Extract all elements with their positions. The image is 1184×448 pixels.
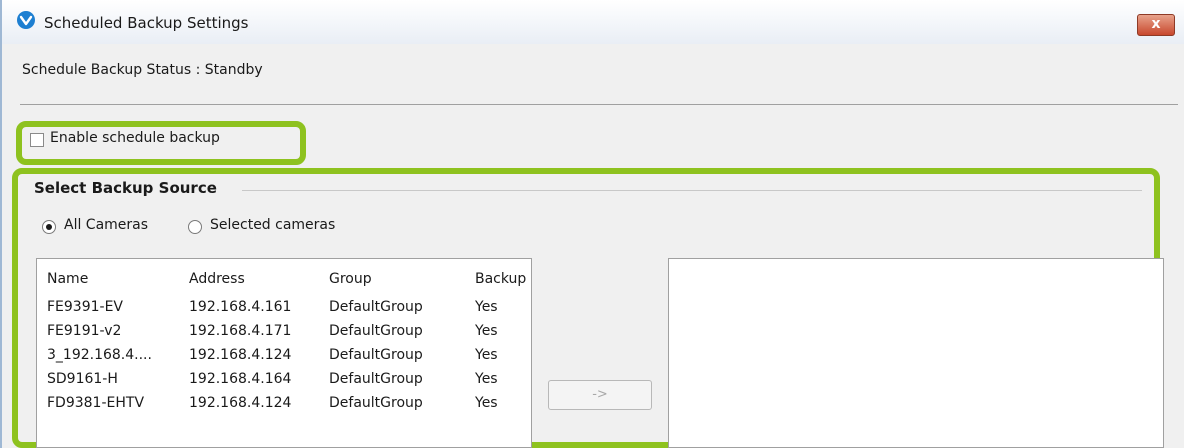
column-header-address[interactable]: Address: [189, 271, 245, 287]
camera-row[interactable]: SD9161-H 192.168.4.164 DefaultGroup Yes: [37, 371, 531, 395]
camera-group: DefaultGroup: [329, 299, 423, 315]
camera-group: DefaultGroup: [329, 395, 423, 411]
camera-row[interactable]: FE9191-v2 192.168.4.171 DefaultGroup Yes: [37, 323, 531, 347]
enable-schedule-checkbox[interactable]: [30, 133, 44, 147]
camera-backup: Yes: [475, 371, 498, 387]
camera-name: 3_192.168.4....: [47, 347, 152, 363]
radio-selected-dot: [46, 224, 52, 230]
all-cameras-label[interactable]: All Cameras: [64, 217, 148, 233]
enable-schedule-label[interactable]: Enable schedule backup: [50, 130, 220, 146]
camera-group: DefaultGroup: [329, 371, 423, 387]
camera-address: 192.168.4.171: [189, 323, 292, 339]
camera-row[interactable]: FD9381-EHTV 192.168.4.124 DefaultGroup Y…: [37, 395, 531, 419]
camera-list[interactable]: Name Address Group Backup FE9391-EV 192.…: [36, 258, 532, 448]
backup-source-title: Select Backup Source: [34, 179, 217, 197]
app-logo-icon: [17, 11, 35, 29]
camera-row[interactable]: FE9391-EV 192.168.4.161 DefaultGroup Yes: [37, 299, 531, 323]
camera-backup: Yes: [475, 299, 498, 315]
camera-group: DefaultGroup: [329, 347, 423, 363]
camera-address: 192.168.4.124: [189, 395, 292, 411]
camera-row[interactable]: 3_192.168.4.... 192.168.4.124 DefaultGro…: [37, 347, 531, 371]
camera-name: FE9391-EV: [47, 299, 124, 315]
camera-address: 192.168.4.124: [189, 347, 292, 363]
backup-status-text: Schedule Backup Status : Standby: [22, 62, 263, 78]
camera-address: 192.168.4.164: [189, 371, 292, 387]
scheduled-backup-window: Scheduled Backup Settings x Schedule Bac…: [0, 0, 1184, 448]
column-header-group[interactable]: Group: [329, 271, 372, 287]
camera-backup: Yes: [475, 395, 498, 411]
camera-name: FD9381-EHTV: [47, 395, 145, 411]
selected-cameras-radio[interactable]: [188, 220, 202, 234]
selected-cameras-label[interactable]: Selected cameras: [210, 217, 335, 233]
window-title: Scheduled Backup Settings: [44, 14, 249, 32]
camera-group: DefaultGroup: [329, 323, 423, 339]
camera-name: SD9161-H: [47, 371, 118, 387]
section-divider: [20, 104, 1178, 105]
camera-name: FE9191-v2: [47, 323, 122, 339]
selected-cameras-list[interactable]: [668, 258, 1164, 448]
group-box-border: [242, 190, 1142, 191]
camera-backup: Yes: [475, 323, 498, 339]
camera-address: 192.168.4.161: [189, 299, 292, 315]
column-header-name[interactable]: Name: [47, 271, 88, 287]
column-header-backup[interactable]: Backup: [475, 271, 526, 287]
close-icon: x: [1151, 16, 1161, 32]
title-bar[interactable]: Scheduled Backup Settings x: [2, 0, 1184, 44]
close-button[interactable]: x: [1137, 14, 1175, 36]
camera-backup: Yes: [475, 347, 498, 363]
move-to-right-button[interactable]: ->: [548, 380, 652, 410]
all-cameras-radio[interactable]: [42, 220, 56, 234]
